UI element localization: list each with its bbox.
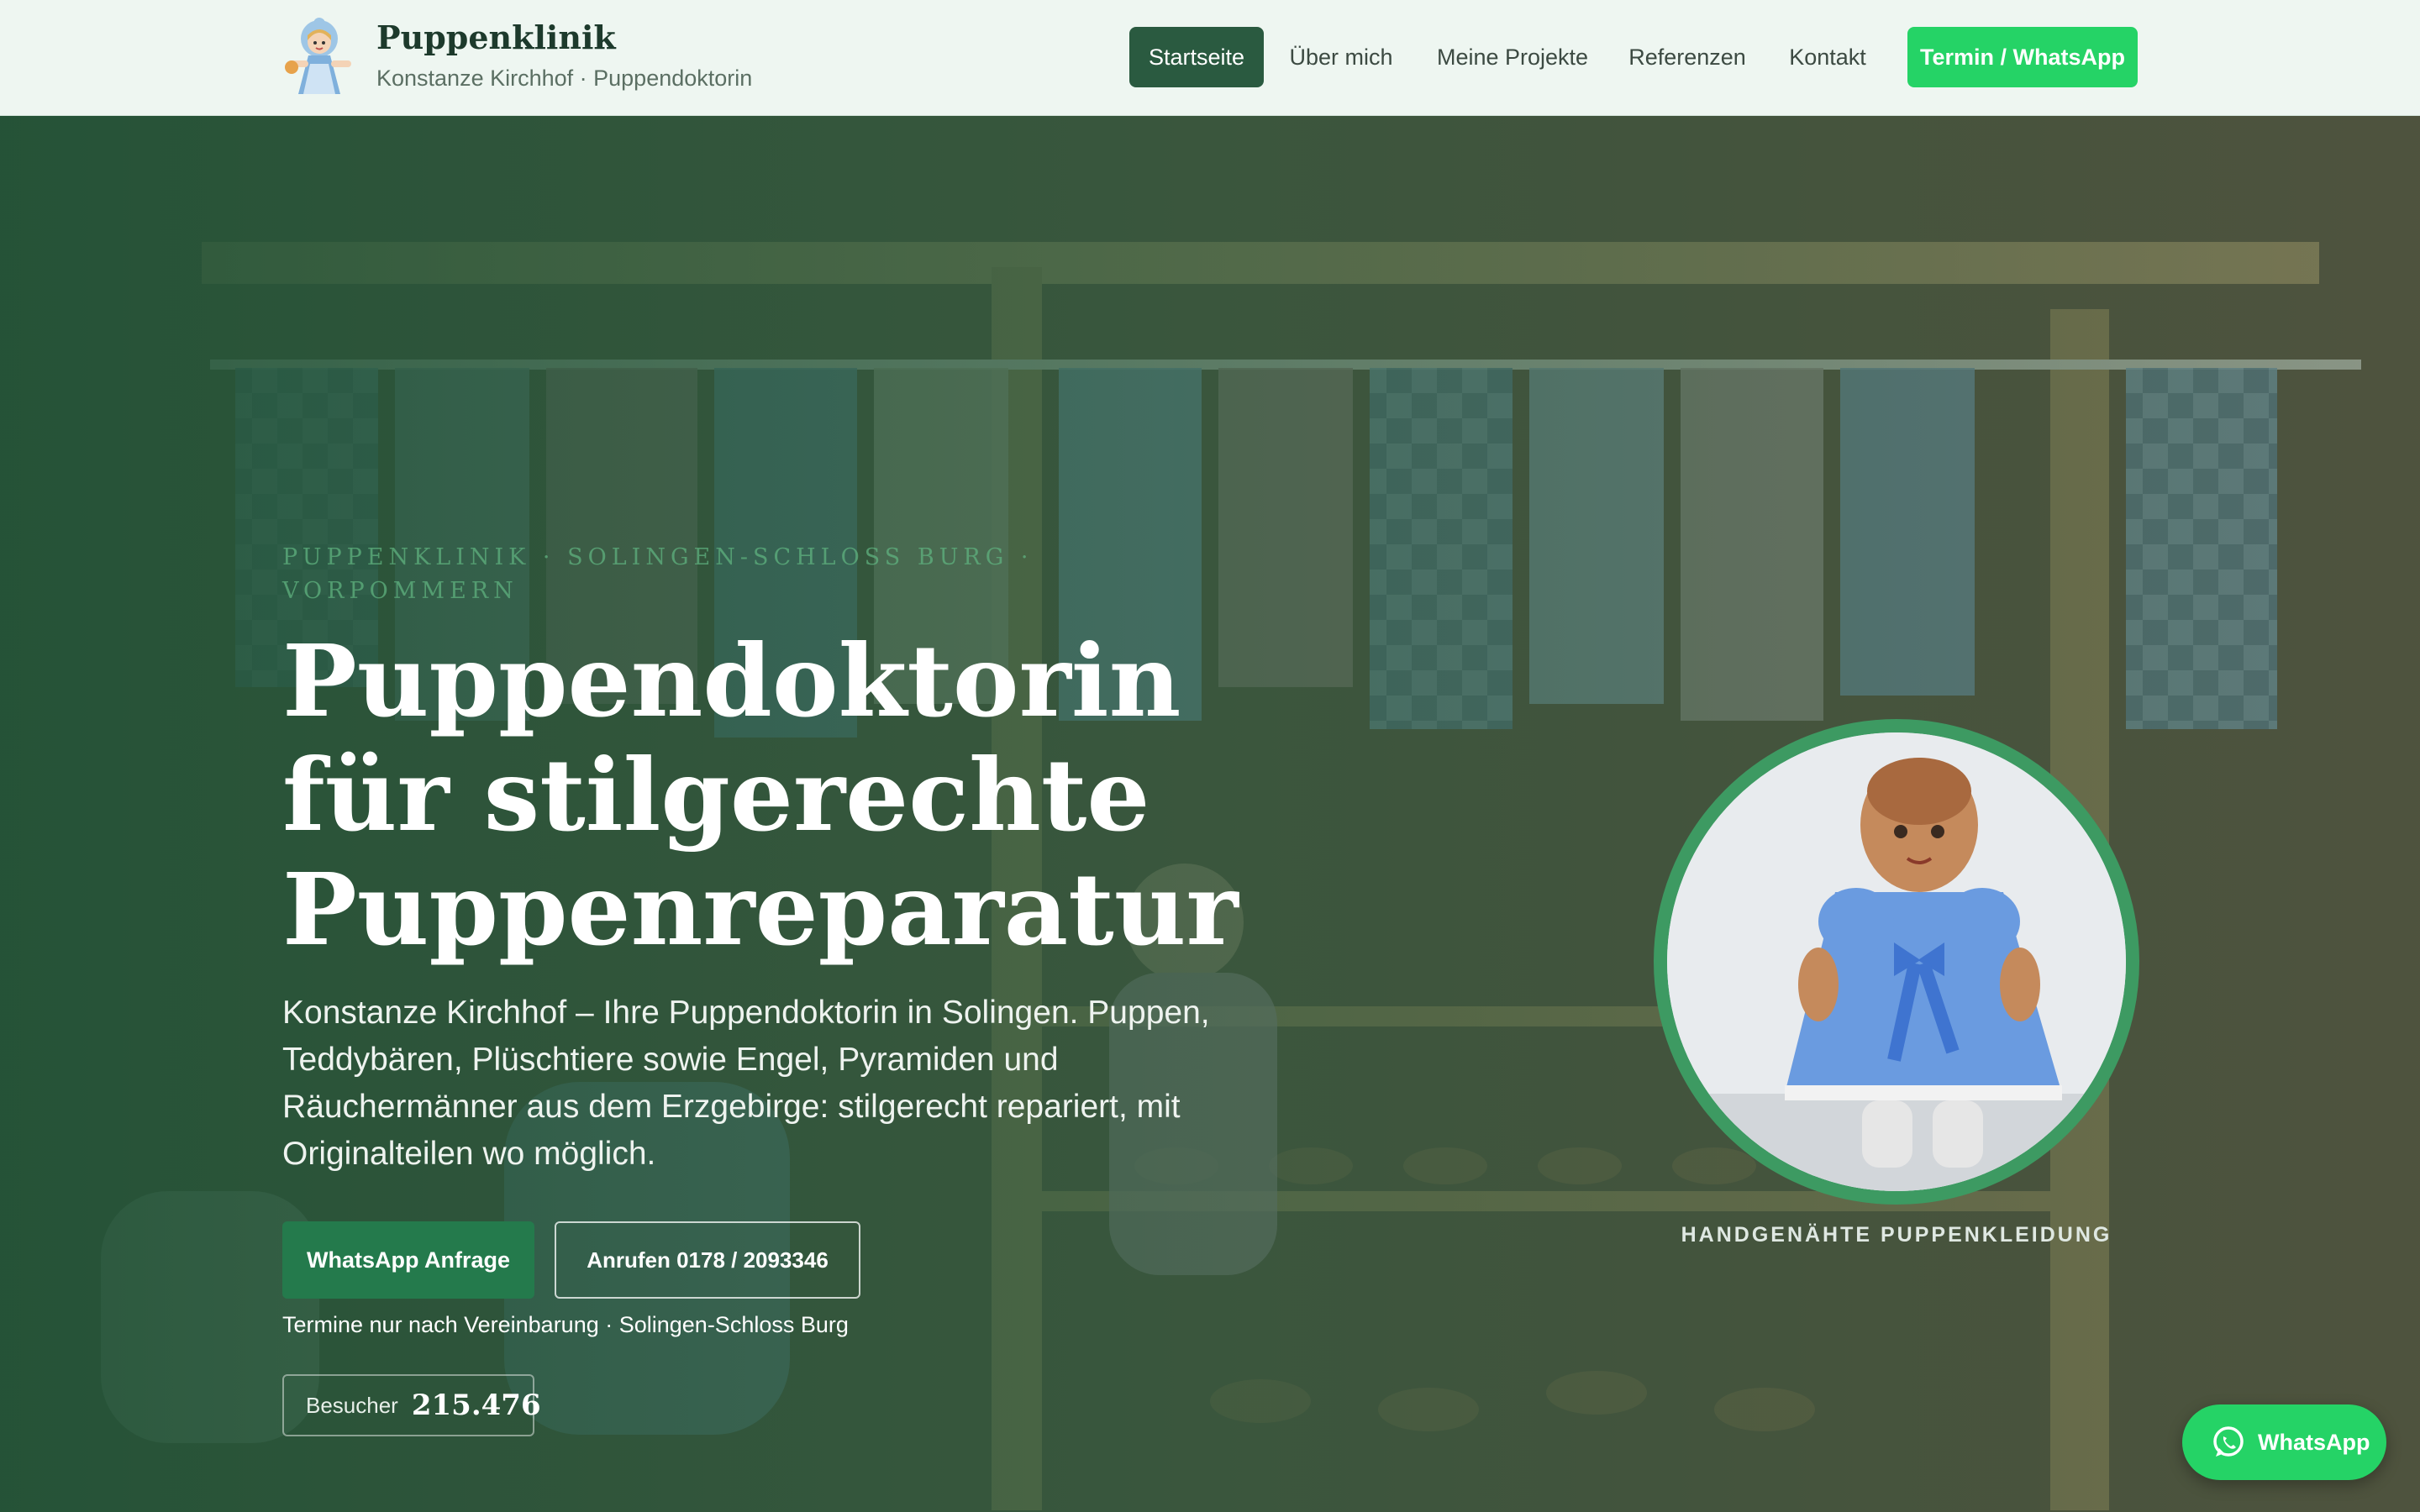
visitor-label: Besucher bbox=[306, 1392, 398, 1418]
termin-whatsapp-button[interactable]: Termin / WhatsApp bbox=[1907, 27, 2138, 87]
call-button[interactable]: Anrufen 0178 / 2093346 bbox=[555, 1221, 860, 1299]
floating-whatsapp-label: WhatsApp bbox=[2258, 1429, 2370, 1455]
floating-whatsapp-button[interactable]: WhatsApp bbox=[2182, 1404, 2386, 1480]
nav-meine-projekte[interactable]: Meine Projekte bbox=[1425, 27, 1600, 87]
appointment-note: Termine nur nach Vereinbarung · Solingen… bbox=[282, 1312, 849, 1337]
brand-subtitle: Konstanze Kirchhof · Puppendoktorin bbox=[376, 66, 753, 91]
nav-kontakt[interactable]: Kontakt bbox=[1773, 27, 1882, 87]
hero-lead: Konstanze Kirchhof – Ihre Puppendoktorin… bbox=[282, 995, 1210, 1172]
doll-logo-icon[interactable] bbox=[280, 17, 360, 97]
hero-section: PUPPENKLINIK · SOLINGEN-SCHLOSS BURG · V… bbox=[0, 116, 2420, 1512]
photo-caption: HANDGENÄHTE PUPPENKLEIDUNG bbox=[1681, 1223, 2112, 1247]
brand-name[interactable]: Puppenklinik bbox=[376, 18, 616, 56]
whatsapp-request-button[interactable]: WhatsApp Anfrage bbox=[282, 1221, 534, 1299]
visitor-count: 215.476 bbox=[411, 1389, 541, 1422]
visitor-counter: Besucher 215.476 bbox=[282, 1374, 541, 1436]
site-header: Puppenklinik Konstanze Kirchhof · Puppen… bbox=[0, 0, 2420, 116]
nav-startseite[interactable]: Startseite bbox=[1129, 27, 1264, 87]
nav-ueber-mich[interactable]: Über mich bbox=[1274, 27, 1408, 87]
nav-referenzen[interactable]: Referenzen bbox=[1618, 27, 1756, 87]
hero-title: Puppendoktorin für stilgerechte Puppenre… bbox=[282, 622, 1239, 968]
hero-eyebrow: PUPPENKLINIK · SOLINGEN-SCHLOSS BURG · V… bbox=[282, 544, 1034, 604]
doll-photo bbox=[1654, 719, 2139, 1205]
doll-photo-image bbox=[1667, 732, 2126, 1191]
whatsapp-icon bbox=[2213, 1426, 2244, 1457]
